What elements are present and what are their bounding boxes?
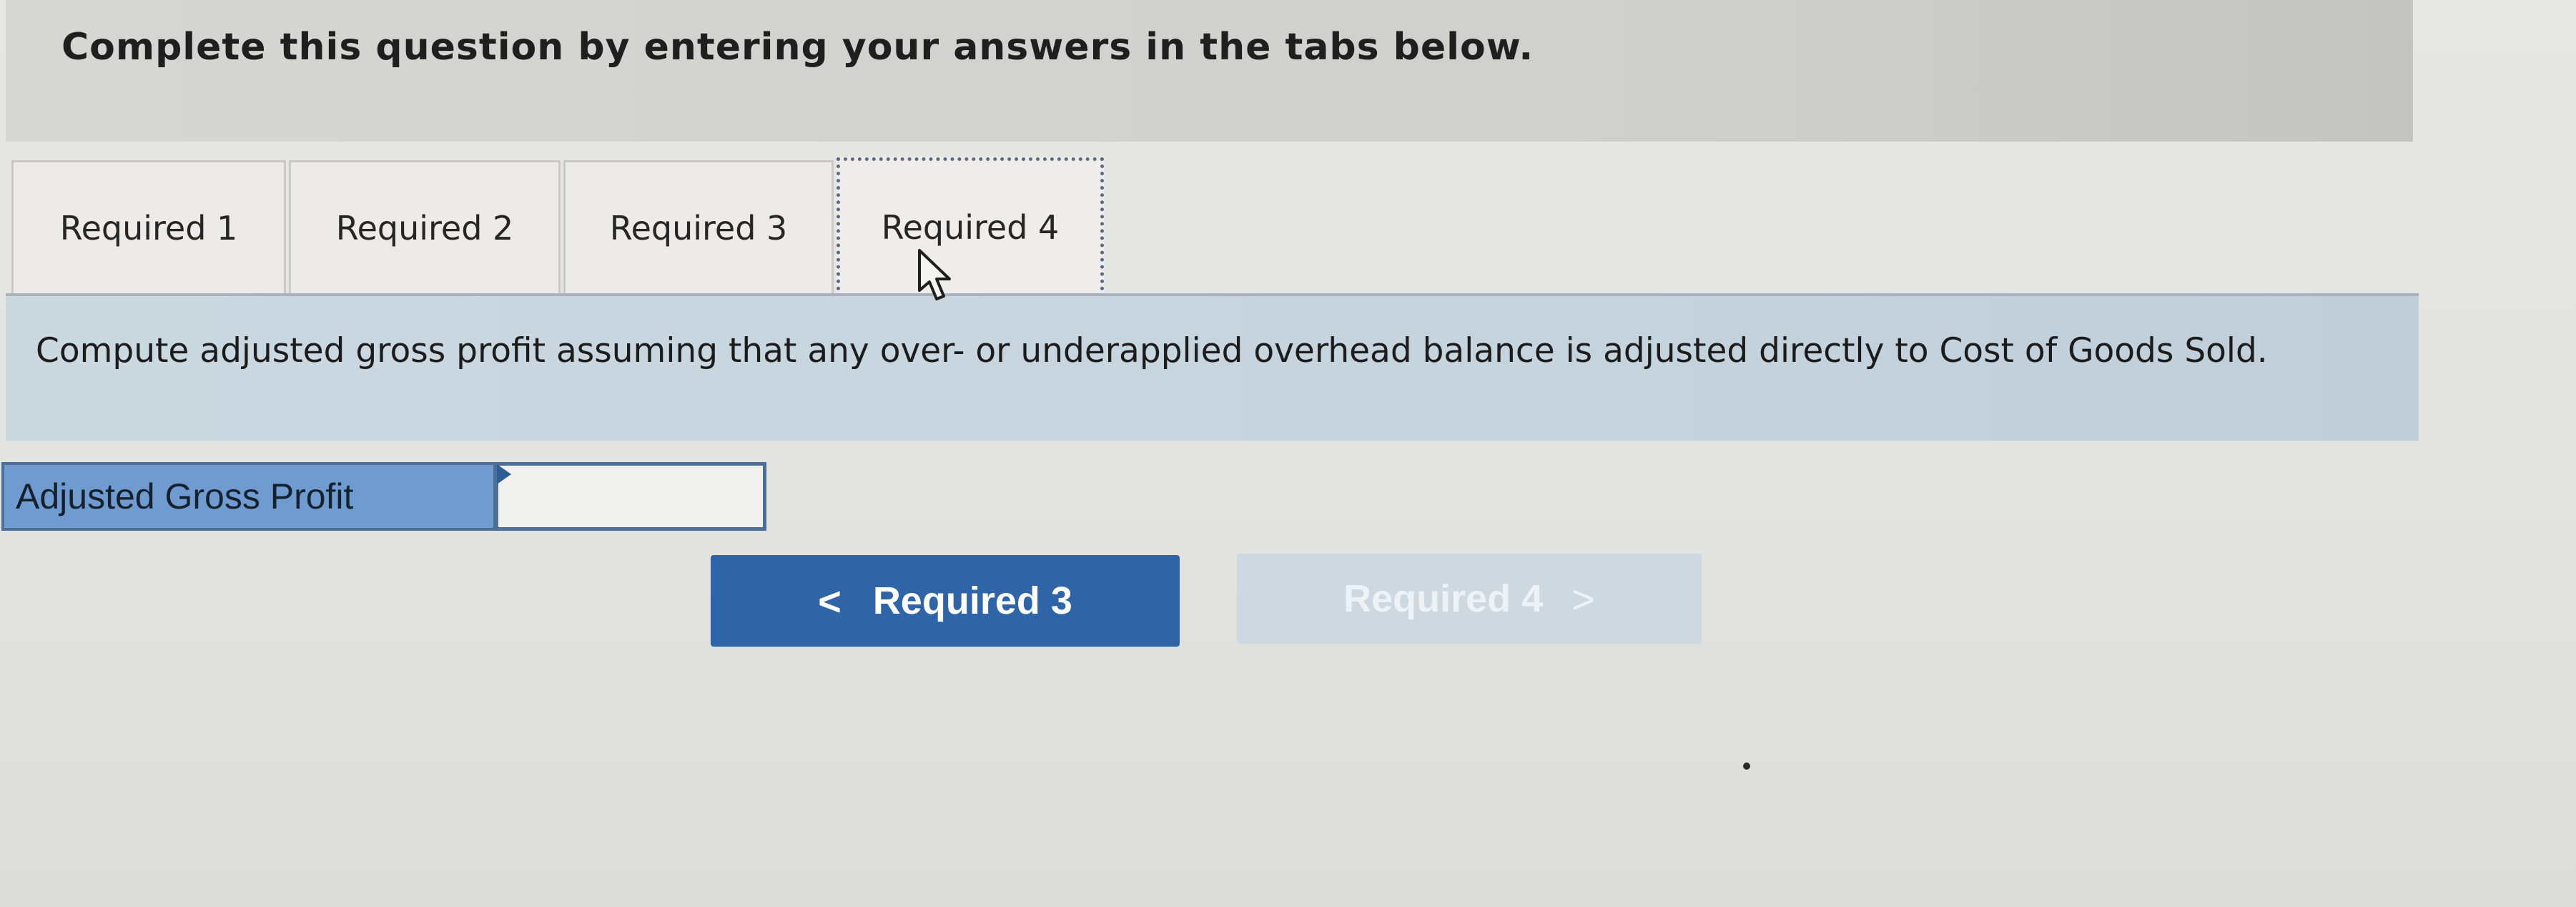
prev-button-label: Required 3: [872, 579, 1072, 622]
adjusted-gross-profit-input[interactable]: [495, 462, 766, 531]
tab-required-2[interactable]: Required 2: [289, 160, 561, 293]
question-header: Complete this question by entering your …: [6, 0, 2413, 142]
answer-label: Adjusted Gross Profit: [1, 462, 496, 531]
requirement-instructions: Compute adjusted gross profit assuming t…: [6, 296, 2419, 441]
chevron-right-icon: >: [1571, 576, 1595, 622]
screen-speck: [1743, 763, 1750, 770]
mouse-pointer-icon: [918, 249, 951, 300]
chevron-left-icon: <: [818, 578, 842, 624]
question-instructions-title: Complete this question by entering your …: [61, 26, 1534, 69]
answer-row: Adjusted Gross Profit: [1, 462, 768, 531]
next-required-button[interactable]: Required 4 >: [1237, 554, 1702, 644]
next-button-label: Required 4: [1343, 577, 1544, 620]
tab-required-3[interactable]: Required 3: [563, 160, 834, 293]
input-marker-icon: [497, 464, 511, 484]
prev-required-button[interactable]: < Required 3: [711, 555, 1180, 647]
tab-strip: Required 1 Required 2 Required 3 Require…: [6, 157, 2413, 298]
tab-required-4[interactable]: Required 4: [837, 157, 1104, 298]
tab-required-1[interactable]: Required 1: [11, 160, 286, 293]
